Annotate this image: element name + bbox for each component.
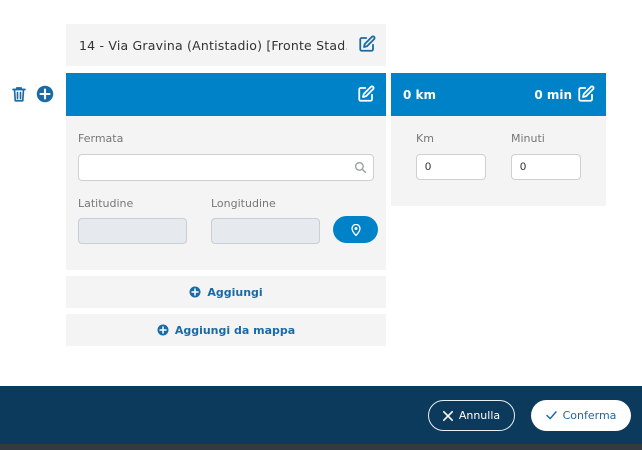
stop-title: 14 - Via Gravina (Antistadio) [Fronte St… [79,37,347,53]
fermata-field[interactable] [78,154,374,181]
distance-header: 0 km 0 min [391,73,606,116]
add-button[interactable]: Aggiungi [66,276,386,308]
cancel-button[interactable]: Annulla [428,400,515,431]
cancel-label: Annulla [458,409,501,422]
add-from-map-label: Aggiungi da mappa [174,323,296,337]
distance-form: Km Minuti 0 0 [391,116,606,206]
map-pin-icon [350,223,361,236]
minuti-label: Minuti [511,132,545,145]
km-label: Km [416,132,434,145]
stop-editor: 14 - Via Gravina (Antistadio) [Fronte St… [0,0,642,450]
plus-circle-icon [189,286,201,298]
add-button-label: Aggiungi [207,285,263,299]
min-display: 0 min [534,88,572,102]
km-input[interactable]: 0 [416,154,486,180]
check-icon [545,411,557,420]
footer-bar: Annulla Conferma [0,386,642,444]
longitudine-field[interactable] [211,218,320,244]
longitudine-label: Longitudine [211,197,276,210]
fermata-input[interactable] [79,155,349,180]
search-icon [354,161,367,174]
add-from-map-button[interactable]: Aggiungi da mappa [66,314,386,346]
row-actions [10,85,54,103]
plus-circle-icon[interactable] [36,85,54,103]
latitudine-label: Latitudine [78,197,134,210]
minuti-input[interactable]: 0 [511,154,581,180]
km-display: 0 km [403,88,437,102]
fermata-label: Fermata [78,132,124,145]
stop-edit-bar [66,73,386,116]
stop-header: 14 - Via Gravina (Antistadio) [Fronte St… [66,24,386,66]
bottom-strip [0,444,642,450]
edit-icon[interactable] [358,35,376,53]
plus-circle-icon [157,324,169,336]
trash-icon[interactable] [10,85,28,103]
confirm-label: Conferma [562,409,617,422]
latitudine-field[interactable] [78,218,187,244]
stop-form: Fermata Latitudine Longitudine [66,116,386,270]
edit-icon[interactable] [577,85,595,103]
locate-button[interactable] [333,216,378,243]
confirm-button[interactable]: Conferma [531,400,631,431]
edit-icon[interactable] [357,85,375,103]
close-icon [442,410,453,421]
